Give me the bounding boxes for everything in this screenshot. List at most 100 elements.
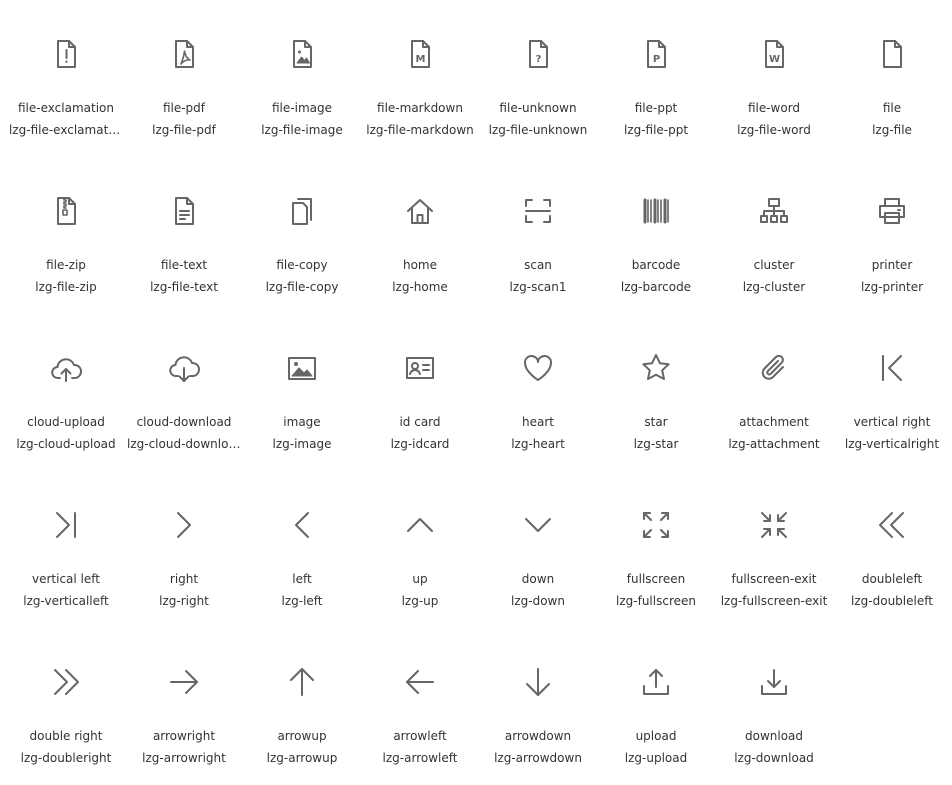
icon-cell[interactable]: fullscreen lzg-fullscreen	[597, 471, 715, 628]
file-unknown-icon: ?	[522, 38, 554, 70]
chevron-up-icon	[404, 509, 436, 541]
icon-name: vertical left	[32, 572, 100, 586]
file-exclamation-icon	[50, 38, 82, 70]
icon-class-name: lzg-doubleleft	[851, 594, 933, 608]
icon-class-name: lzg-heart	[511, 437, 565, 451]
icon-cell[interactable]: heart lzg-heart	[479, 314, 597, 471]
barcode-icon	[640, 195, 672, 227]
icon-cell[interactable]: vertical right lzg-verticalright	[833, 314, 951, 471]
icon-cell[interactable]: image lzg-image	[243, 314, 361, 471]
icon-name: barcode	[631, 258, 681, 272]
icon-class-name: lzg-verticalleft	[23, 594, 109, 608]
file-copy-icon	[286, 195, 318, 227]
icon-cell[interactable]: file-copy lzg-file-copy	[243, 157, 361, 314]
icon-class-name: lzg-home	[392, 280, 448, 294]
icon-cell[interactable]: Wfile-word lzg-file-word	[715, 0, 833, 157]
icon-cell[interactable]: printer lzg-printer	[833, 157, 951, 314]
chevron-right-icon	[168, 509, 200, 541]
icon-class-name: lzg-printer	[860, 280, 924, 294]
icon-class-name: lzg-file	[872, 123, 912, 137]
file-glyph-label: P	[653, 54, 660, 65]
double-right-icon	[50, 666, 82, 698]
file-zip-icon	[50, 195, 82, 227]
icon-cell[interactable]: cloud-download lzg-cloud-download	[125, 314, 243, 471]
icon-class-name: lzg-file-unknown	[488, 123, 588, 137]
icon-cell[interactable]: right lzg-right	[125, 471, 243, 628]
icon-cell[interactable]: double right lzg-doubleright	[7, 628, 125, 785]
icon-cell[interactable]: upload lzg-upload	[597, 628, 715, 785]
icon-class-name: lzg-arrowleft	[382, 751, 458, 765]
icon-name: star	[644, 415, 668, 429]
file-pdf-icon	[168, 38, 200, 70]
icon-name: file-unknown	[499, 101, 577, 115]
icon-cell[interactable]: file lzg-file	[833, 0, 951, 157]
star-icon	[640, 352, 672, 384]
icon-cell[interactable]: vertical left lzg-verticalleft	[7, 471, 125, 628]
icon-name: cloud-download	[136, 415, 232, 429]
icon-cell[interactable]: cluster lzg-cluster	[715, 157, 833, 314]
icon-class-name: lzg-idcard	[390, 437, 450, 451]
file-text-icon	[168, 195, 200, 227]
icon-name: id card	[399, 415, 441, 429]
icon-cell[interactable]: arrowleft lzg-arrowleft	[361, 628, 479, 785]
arrow-up-icon	[286, 666, 318, 698]
icon-cell[interactable]: cloud-upload lzg-cloud-upload	[7, 314, 125, 471]
icon-cell[interactable]: arrowright lzg-arrowright	[125, 628, 243, 785]
icon-cell[interactable]: star lzg-star	[597, 314, 715, 471]
icon-cell[interactable]: arrowup lzg-arrowup	[243, 628, 361, 785]
icon-cell[interactable]: file-exclamation lzg-file-exclamation	[7, 0, 125, 157]
icon-class-name: lzg-up	[401, 594, 439, 608]
icon-cell[interactable]: file-pdf lzg-file-pdf	[125, 0, 243, 157]
icon-class-name: lzg-scan1	[509, 280, 567, 294]
arrow-left-icon	[404, 666, 436, 698]
icon-name: file-markdown	[377, 101, 463, 115]
icon-class-name: lzg-barcode	[620, 280, 692, 294]
icon-cell[interactable]: scan lzg-scan1	[479, 157, 597, 314]
icon-cell[interactable]: Pfile-ppt lzg-file-ppt	[597, 0, 715, 157]
icon-cell[interactable]: file-text lzg-file-text	[125, 157, 243, 314]
icon-cell[interactable]: ? file-unknown lzg-file-unknown	[479, 0, 597, 157]
icon-cell[interactable]: fullscreen-exit lzg-fullscreen-exit	[715, 471, 833, 628]
icon-class-name: lzg-upload	[624, 751, 688, 765]
icon-name: fullscreen	[626, 572, 686, 586]
icon-name: file-copy	[276, 258, 328, 272]
icon-cell[interactable]: home lzg-home	[361, 157, 479, 314]
file-glyph-label: W	[769, 54, 780, 65]
icon-name: download	[744, 729, 804, 743]
icon-cell[interactable]: id card lzg-idcard	[361, 314, 479, 471]
icon-cell[interactable]: arrowdown lzg-arrowdown	[479, 628, 597, 785]
icon-cell[interactable]: left lzg-left	[243, 471, 361, 628]
icon-cell[interactable]: down lzg-down	[479, 471, 597, 628]
icon-cell[interactable]: download lzg-download	[715, 628, 833, 785]
icon-class-name: lzg-file-zip	[35, 280, 97, 294]
icon-name: file-image	[272, 101, 332, 115]
file-word-icon: W	[758, 38, 790, 70]
icon-cell[interactable]: Mfile-markdown lzg-file-markdown	[361, 0, 479, 157]
icon-name: right	[169, 572, 199, 586]
icon-name: cluster	[753, 258, 795, 272]
icon-class-name: lzg-down	[511, 594, 565, 608]
icon-cell[interactable]: attachment lzg-attachment	[715, 314, 833, 471]
icon-cell[interactable]: doubleleft lzg-doubleleft	[833, 471, 951, 628]
icon-name: arrowleft	[393, 729, 447, 743]
icon-class-name: lzg-download	[734, 751, 814, 765]
icon-cell[interactable]: file-image lzg-file-image	[243, 0, 361, 157]
icon-name: arrowdown	[504, 729, 572, 743]
icon-name: upload	[635, 729, 677, 743]
icon-name: image	[283, 415, 321, 429]
attachment-icon	[758, 352, 790, 384]
icon-cell[interactable]: file-zip lzg-file-zip	[7, 157, 125, 314]
icon-cell[interactable]: up lzg-up	[361, 471, 479, 628]
download-icon	[758, 666, 790, 698]
icon-name: up	[412, 572, 428, 586]
file-ppt-icon: P	[640, 38, 672, 70]
icon-class-name: lzg-file-image	[261, 123, 343, 137]
icon-name: file	[882, 101, 902, 115]
icon-class-name: lzg-fullscreen-exit	[720, 594, 828, 608]
vertical-left-icon	[50, 509, 82, 541]
icon-cell[interactable]: barcode lzg-barcode	[597, 157, 715, 314]
icon-name: fullscreen-exit	[731, 572, 817, 586]
icon-grid: file-exclamation lzg-file-exclamation file…	[0, 0, 952, 781]
icon-class-name: lzg-attachment	[728, 437, 820, 451]
icon-name: arrowup	[277, 729, 327, 743]
